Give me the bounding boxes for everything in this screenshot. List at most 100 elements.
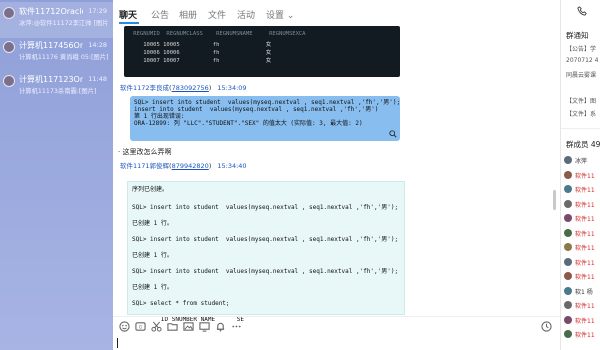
tab-files[interactable]: 文件: [208, 8, 226, 21]
member-avatar: [564, 185, 572, 193]
sql-screenshot-image[interactable]: 序列已创建。 SQL> insert into student values(m…: [127, 181, 405, 323]
active-tab-indicator: [119, 22, 139, 24]
text-caret: [117, 338, 118, 348]
group-avatar: [3, 7, 15, 19]
image-icon[interactable]: [183, 321, 194, 332]
member-avatar: [564, 272, 572, 280]
code-row: 10007 10007 fh 女: [130, 58, 272, 64]
member-item[interactable]: 软件11: [564, 300, 600, 312]
tab-settings[interactable]: 设置 ⌄: [266, 8, 294, 21]
conversation-list: 软件11712Oracle 17:29 冰萍:@软件11172李江帅 [图片] …: [0, 0, 113, 350]
tab-chat[interactable]: 聊天: [119, 8, 137, 21]
notice-line[interactable]: 【公告】学: [566, 44, 596, 53]
phone-icon[interactable]: [577, 6, 587, 16]
tab-announcement[interactable]: 公告: [151, 8, 169, 21]
member-avatar: [564, 156, 572, 164]
tab-activity[interactable]: 活动: [237, 8, 255, 21]
sender-name[interactable]: 软件1172李良成: [120, 84, 169, 92]
svg-text:G: G: [139, 325, 142, 330]
tab-album[interactable]: 相册: [179, 8, 197, 21]
notice-line[interactable]: 2070712 4: [566, 57, 598, 64]
conversation-item[interactable]: 计算机117456Orac… 14:28 计算机11176 黄尚峨 05:[图片…: [0, 36, 113, 72]
member-item[interactable]: 软1 杨: [564, 286, 600, 298]
member-name: 软1 杨: [575, 288, 593, 296]
sql-line: 第 1 行出现错误:: [134, 113, 185, 120]
emoji-icon[interactable]: [119, 321, 130, 332]
member-item[interactable]: 冰萍: [564, 155, 600, 167]
sql-line: SQL> insert into student values(myseq.ne…: [132, 204, 399, 211]
member-avatar: [564, 243, 572, 251]
conversation-time: 17:29: [88, 7, 107, 15]
code-row: 10005 10005 fh 女: [130, 42, 272, 48]
bell-icon[interactable]: [215, 321, 226, 332]
member-name: 冰萍: [575, 158, 588, 165]
zoom-icon[interactable]: [389, 130, 397, 138]
member-name: 软件11: [575, 317, 595, 325]
message-sender-line: 软件1171郭俊辉(879942820) 15:34:40: [120, 162, 247, 170]
sql-line: insert into student values(myseq.nextval…: [134, 106, 379, 113]
sql-line: 已创建 1 行。: [132, 220, 173, 227]
notice-line[interactable]: 同晨云雾课: [566, 70, 596, 79]
divider: [561, 128, 600, 129]
error-screenshot-image[interactable]: SQL> insert into student values(myseq.ne…: [130, 96, 400, 141]
group-avatar: [3, 41, 15, 53]
scissors-icon[interactable]: [151, 321, 162, 332]
member-name: 软件11: [575, 187, 595, 194]
member-item[interactable]: 软件11: [564, 213, 600, 225]
member-item[interactable]: 软件11: [564, 199, 600, 211]
member-avatar: [564, 301, 572, 309]
member-name: 软件11: [575, 172, 595, 180]
history-clock-icon[interactable]: [541, 321, 552, 332]
message-input[interactable]: [113, 336, 560, 350]
sql-line: SQL> insert into student values(myseq.ne…: [134, 99, 401, 106]
member-name: 软件11: [575, 303, 595, 310]
message-time: 15:34:40: [217, 162, 247, 170]
sender-name[interactable]: 软件1171郭俊辉: [120, 162, 169, 170]
member-avatar: [564, 214, 572, 222]
chat-scrollbar[interactable]: [553, 190, 556, 210]
member-item[interactable]: 软件11: [564, 228, 600, 240]
conversation-name: 计算机117456Orac…: [19, 41, 83, 50]
sql-line: SQL> insert into student values(myseq.ne…: [132, 268, 399, 275]
member-item[interactable]: 软件11: [564, 242, 600, 254]
conversation-name: 计算机117123Orac…: [19, 75, 83, 84]
sql-line: 已创建 1 行。: [132, 252, 173, 259]
sql-line: SQL> insert into student values(myseq.ne…: [132, 236, 399, 243]
member-avatar: [564, 170, 572, 179]
chat-panel: 聊天 公告 相册 文件 活动 设置 ⌄ REGNUMID REGNUMCLASS…: [113, 0, 560, 350]
folder-icon[interactable]: [167, 321, 178, 332]
member-item[interactable]: 软件11: [564, 257, 600, 269]
chat-tabs: 聊天 公告 相册 文件 活动 设置 ⌄: [113, 0, 560, 26]
conversation-item[interactable]: 软件11712Oracle 17:29 冰萍:@软件11172李江帅 [图片]: [0, 2, 113, 38]
member-name: 软件11: [575, 274, 595, 281]
sender-qq[interactable]: 879942820: [172, 162, 209, 170]
notice-line[interactable]: 【文件】图: [566, 96, 596, 105]
qq-group-chat-window: 软件11712Oracle 17:29 冰萍:@软件11172李江帅 [图片] …: [0, 0, 600, 350]
conversation-item[interactable]: 计算机117123Orac… 11:48 计算机11173杀南霸:[图片]: [0, 70, 113, 106]
group-info-panel: 群通知 【公告】学 2070712 4 同晨云雾课 【文件】图 【文件】系 群成…: [560, 0, 600, 350]
member-avatar: [564, 315, 572, 324]
sender-qq[interactable]: 783092756: [172, 84, 209, 92]
more-icon[interactable]: [231, 321, 242, 332]
member-item[interactable]: 软件11: [564, 184, 600, 196]
member-item[interactable]: 软件11: [564, 271, 600, 283]
member-name: 软件11: [575, 332, 595, 339]
group-avatar: [3, 75, 15, 87]
member-item[interactable]: 软件11: [564, 315, 600, 327]
code-header: REGNUMID REGNUMCLASS REGNUMSNAME REGNUMS…: [130, 31, 306, 37]
sql-line: SQL> select * from student;: [132, 300, 230, 307]
member-name: 软件11: [575, 216, 595, 223]
screen-share-icon[interactable]: [199, 321, 210, 332]
code-screenshot-image[interactable]: REGNUMID REGNUMCLASS REGNUMSNAME REGNUMS…: [124, 26, 400, 77]
sql-line: 已创建 1 行。: [132, 284, 173, 291]
member-name: 软件11: [575, 230, 595, 238]
conversation-preview: 计算机11173杀南霸:[图片]: [19, 88, 97, 95]
gif-icon[interactable]: G: [135, 321, 146, 332]
text-message: · 这里改怎么弄啊: [118, 148, 172, 156]
member-name: 软件11: [575, 201, 595, 209]
conversation-preview: 计算机11176 黄尚峨 05:[图片]: [19, 54, 109, 61]
member-item[interactable]: 软件11: [564, 170, 600, 182]
notice-line[interactable]: 【文件】系: [566, 109, 596, 118]
member-item[interactable]: 软件11: [564, 329, 600, 341]
member-avatar: [564, 199, 572, 208]
